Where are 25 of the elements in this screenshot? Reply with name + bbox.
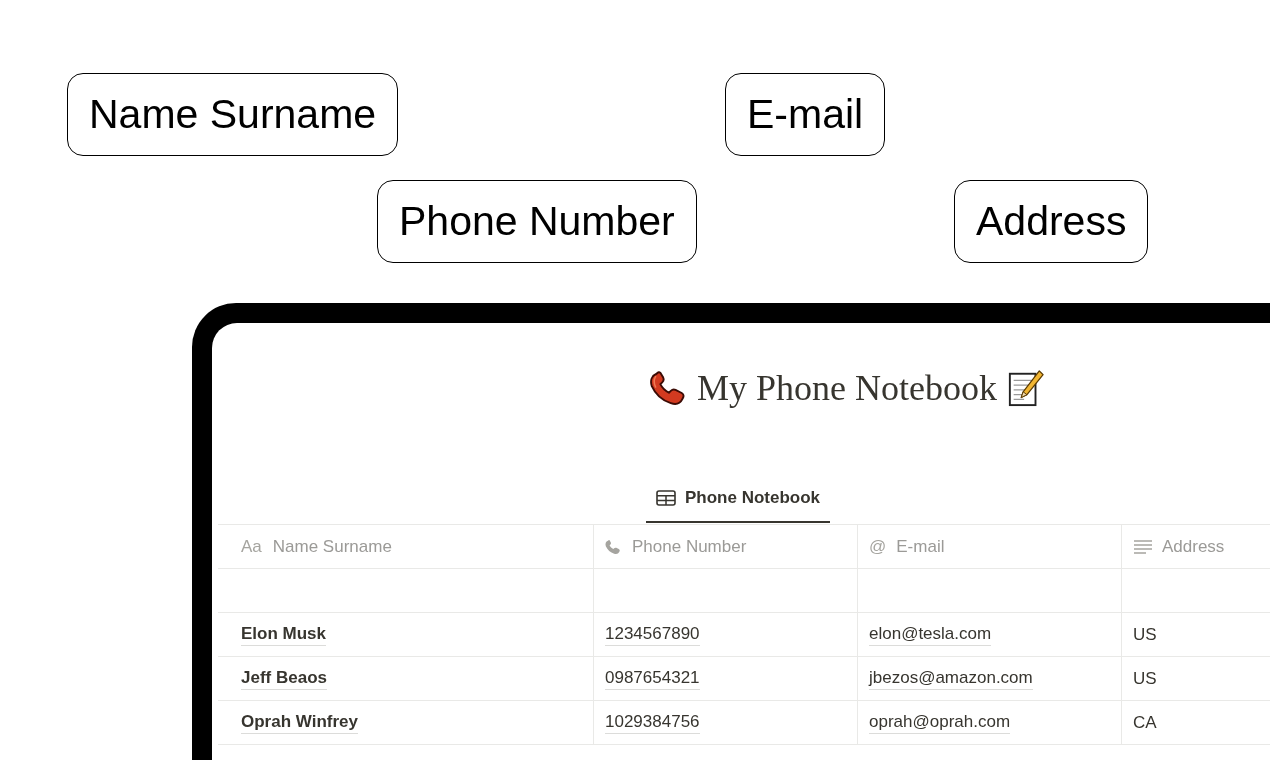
contact-name[interactable]: Elon Musk bbox=[241, 623, 326, 646]
table-icon bbox=[656, 490, 676, 506]
text-type-icon: Aa bbox=[241, 536, 262, 557]
annotation-label: Address bbox=[954, 180, 1149, 263]
contact-name[interactable]: Oprah Winfrey bbox=[241, 711, 358, 734]
telephone-receiver-icon bbox=[648, 369, 686, 407]
annotation-label: Name Surname bbox=[67, 73, 399, 156]
annotation-label: Phone Number bbox=[377, 180, 697, 263]
address-text: CA bbox=[1133, 711, 1157, 734]
phone-icon bbox=[605, 538, 620, 555]
phone-number[interactable]: 1234567890 bbox=[605, 623, 700, 646]
view-tab[interactable]: Phone Notebook bbox=[646, 480, 831, 523]
address-text: US bbox=[1133, 623, 1157, 646]
phone-number[interactable]: 1029384756 bbox=[605, 711, 700, 734]
address-text: US bbox=[1133, 667, 1157, 690]
contact-name[interactable]: Jeff Beaos bbox=[241, 667, 327, 690]
phone-number[interactable]: 0987654321 bbox=[605, 667, 700, 690]
annotation-label: E-mail bbox=[725, 73, 886, 156]
memo-pencil-icon bbox=[1007, 369, 1045, 407]
text-lines-icon bbox=[1133, 538, 1153, 555]
at-sign-icon: @ bbox=[869, 536, 887, 557]
email-address[interactable]: elon@tesla.com bbox=[869, 623, 992, 646]
email-address[interactable]: oprah@oprah.com bbox=[869, 711, 1011, 734]
email-address[interactable]: jbezos@amazon.com bbox=[869, 667, 1033, 690]
page-title: My Phone Notebook bbox=[697, 367, 997, 410]
